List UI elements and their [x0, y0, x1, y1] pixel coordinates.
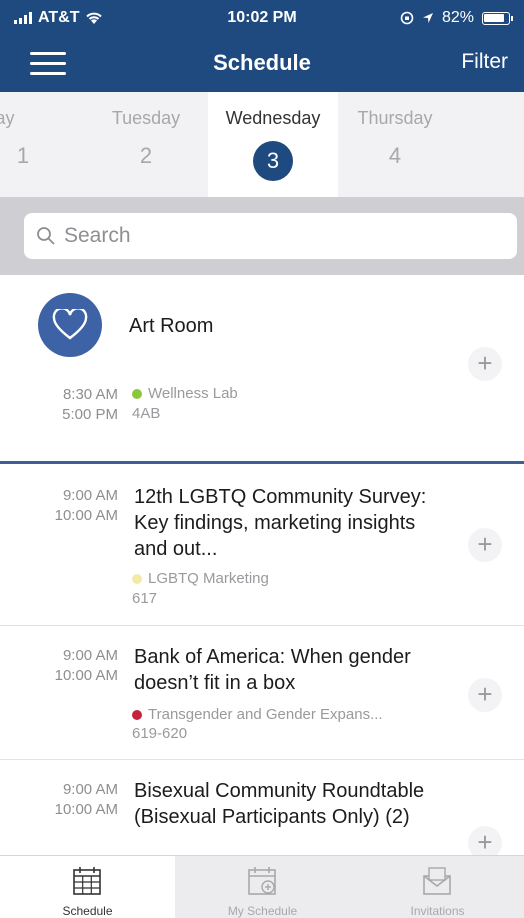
tab-invitations[interactable]: Invitations: [350, 856, 524, 918]
orientation-lock-icon: [400, 11, 414, 25]
session-start: 9:00 AM: [62, 487, 118, 504]
day-tab-tuesday[interactable]: Tuesday 2: [81, 92, 211, 197]
session-row[interactable]: Art Room 8:30 AM 5:00 PM Wellness Lab 4A…: [0, 275, 524, 459]
track-color-dot: [132, 573, 142, 584]
session-times: 9:00 AM 10:00 AM: [0, 486, 118, 526]
battery-icon: [482, 11, 513, 25]
nav-bar: Schedule Filter: [0, 36, 524, 92]
session-track: Wellness Lab: [132, 385, 238, 402]
day-name: Tuesday: [111, 108, 181, 128]
session-end: 10:00 AM: [54, 667, 118, 684]
calendar-icon: [73, 867, 101, 895]
session-row[interactable]: 9:00 AM 10:00 AM Bisexual Community Roun…: [0, 760, 524, 855]
session-title: Art Room: [129, 315, 214, 337]
tab-schedule[interactable]: Schedule: [0, 856, 175, 918]
day-selector: nday 1 Tuesday 2 Wednesday 3 Thursday 4: [0, 92, 524, 197]
session-row[interactable]: 9:00 AM 10:00 AM 12th LGBTQ Community Su…: [0, 464, 524, 624]
day-number: 2: [139, 143, 153, 168]
track-color-dot: [132, 709, 142, 720]
search-input[interactable]: [64, 224, 484, 248]
status-bar: AT&T 10:02 PM 82%: [0, 0, 524, 36]
session-room: 619-620: [132, 725, 188, 742]
battery-percent: 82%: [441, 9, 474, 26]
session-start: 9:00 AM: [62, 781, 118, 798]
track-name: LGBTQ Marketing: [148, 570, 269, 587]
day-name: Wednesday: [225, 108, 321, 128]
day-number: 3: [253, 141, 293, 181]
session-times: 9:00 AM 10:00 AM: [0, 646, 118, 686]
session-end: 10:00 AM: [54, 507, 118, 524]
search-box[interactable]: [24, 213, 517, 259]
session-list: Art Room 8:30 AM 5:00 PM Wellness Lab 4A…: [0, 275, 524, 855]
search-icon: [37, 227, 55, 245]
session-end: 5:00 PM: [62, 406, 118, 423]
session-track: Transgender and Gender Expans...: [132, 706, 383, 723]
add-session-button[interactable]: +: [468, 826, 502, 855]
filter-button[interactable]: Filter: [461, 50, 508, 74]
session-row[interactable]: 9:00 AM 10:00 AM Bank of America: When g…: [0, 626, 524, 760]
page-title: Schedule: [213, 50, 311, 75]
track-name: Transgender and Gender Expans...: [148, 706, 383, 723]
heart-icon: [38, 293, 102, 357]
day-name: Thursday: [357, 108, 433, 128]
day-tab-monday[interactable]: nday 1: [0, 92, 60, 197]
add-session-button[interactable]: +: [468, 528, 502, 562]
session-times: 8:30 AM 5:00 PM: [0, 385, 118, 425]
tab-label: Invitations: [410, 904, 465, 918]
session-track: LGBTQ Marketing: [132, 570, 269, 587]
day-number: 1: [16, 143, 30, 168]
session-start: 9:00 AM: [62, 647, 118, 664]
location-icon: [422, 13, 433, 23]
day-tab-thursday[interactable]: Thursday 4: [330, 92, 460, 197]
track-name: Wellness Lab: [148, 385, 238, 402]
tab-my-schedule[interactable]: My Schedule: [175, 856, 350, 918]
day-name: nday: [0, 108, 15, 128]
day-tab-wednesday[interactable]: Wednesday 3: [208, 92, 338, 197]
top-bar: AT&T 10:02 PM 82% Schedule Filter: [0, 0, 524, 92]
session-title: 12th LGBTQ Community Survey: Key finding…: [134, 486, 427, 560]
add-session-button[interactable]: +: [468, 678, 502, 712]
session-room: 617: [132, 590, 158, 607]
session-title: Bisexual Community Roundtable (Bisexual …: [134, 780, 425, 828]
track-color-dot: [132, 388, 142, 399]
tab-bar: Schedule My Schedule Invitations: [0, 855, 524, 918]
session-room: 4AB: [132, 405, 161, 422]
session-title: Bank of America: When gender doesn’t fit…: [134, 646, 411, 694]
day-number: 4: [388, 143, 402, 168]
tab-label: Schedule: [62, 904, 113, 918]
add-session-button[interactable]: +: [468, 347, 502, 381]
session-end: 10:00 AM: [54, 801, 118, 818]
envelope-icon: [423, 867, 451, 895]
search-bar-area: [0, 197, 524, 275]
calendar-add-icon: [248, 867, 276, 895]
session-times: 9:00 AM 10:00 AM: [0, 780, 118, 820]
session-start: 8:30 AM: [62, 386, 118, 403]
tab-label: My Schedule: [227, 904, 298, 918]
